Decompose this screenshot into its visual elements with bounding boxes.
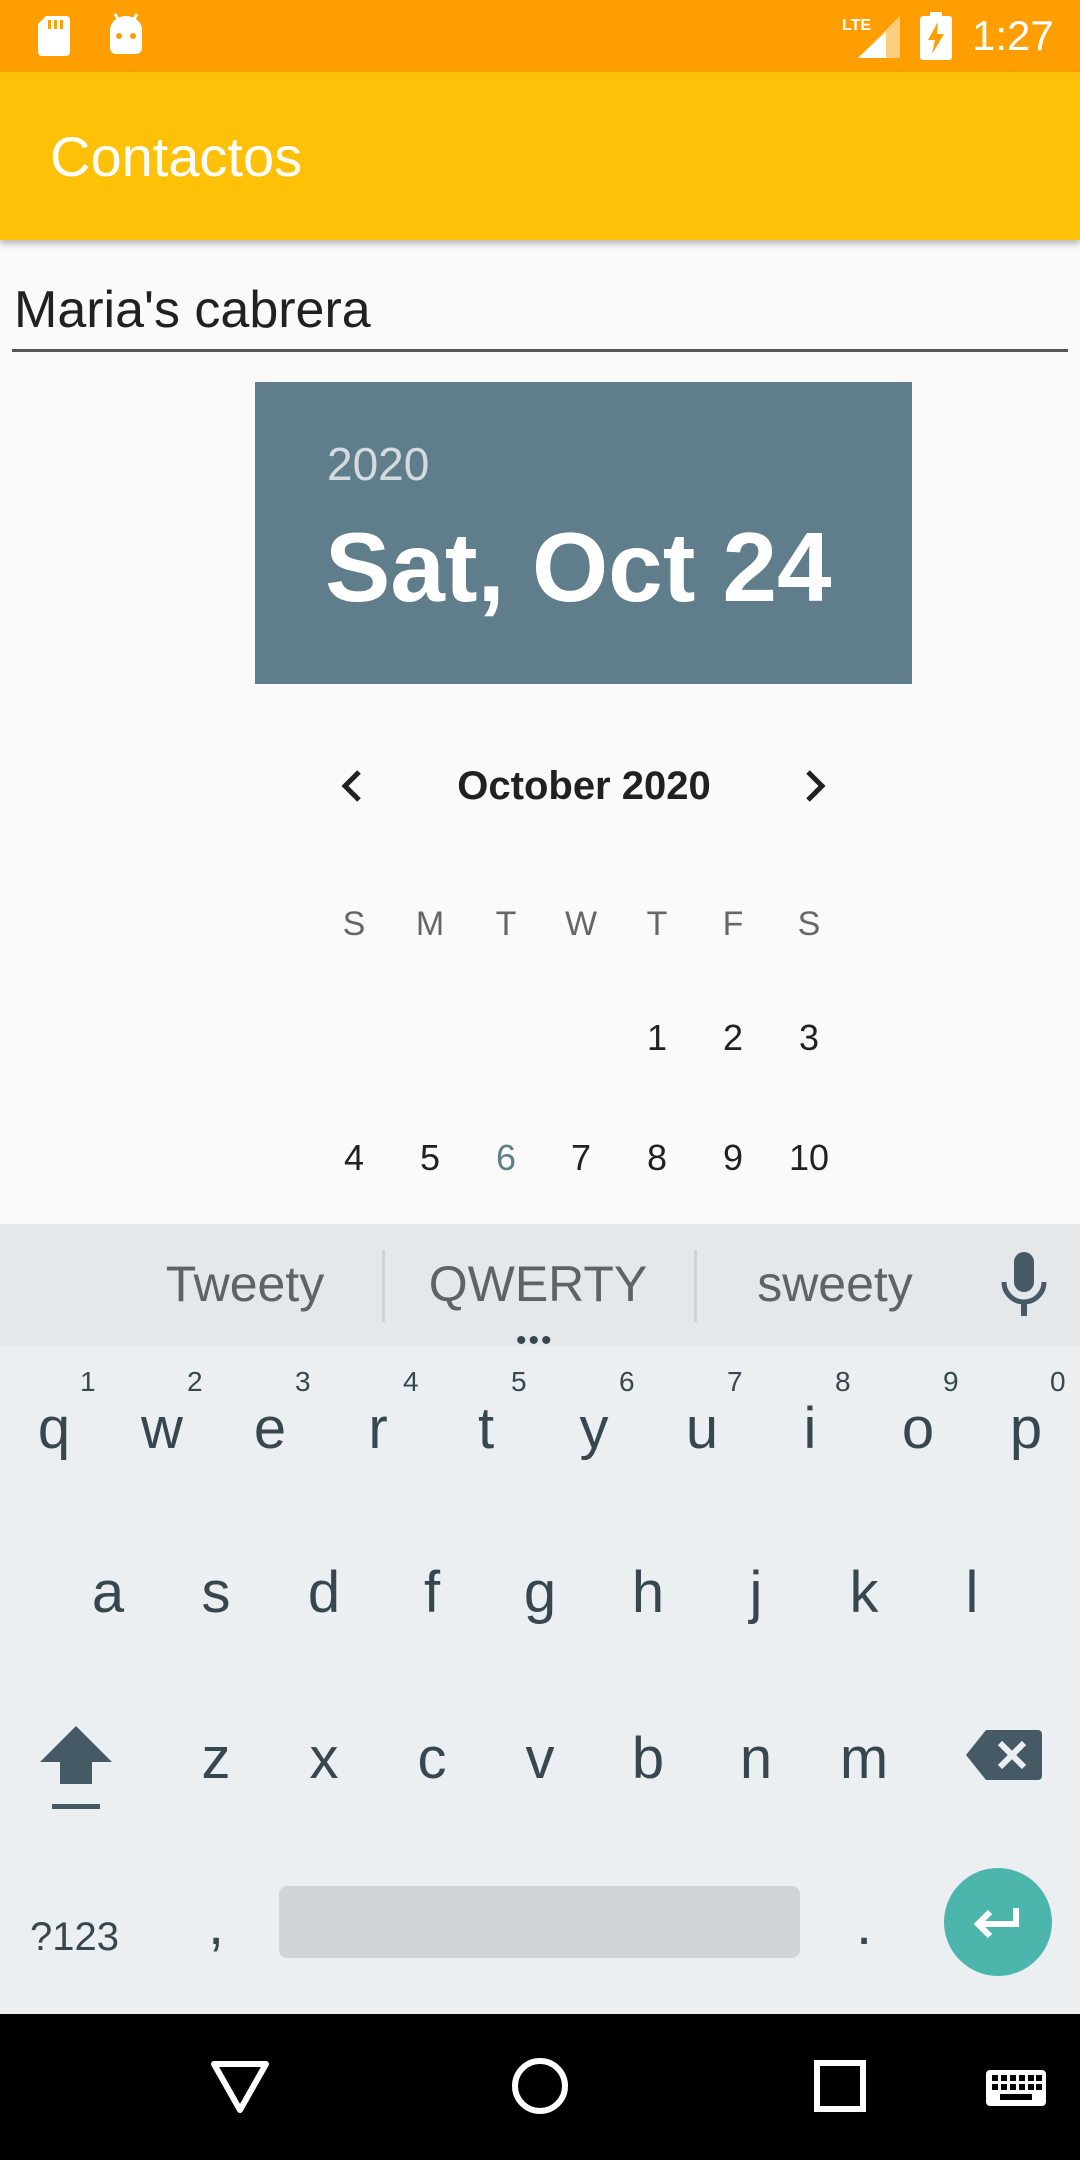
chevron-left-icon — [341, 770, 361, 802]
status-bar: LTE 1:27 — [0, 0, 1080, 72]
home-icon[interactable] — [504, 2050, 576, 2122]
selected-date-label: Sat, Oct 24 — [325, 512, 832, 622]
app-bar: Contactos — [0, 72, 1080, 240]
app-title: Contactos — [50, 125, 303, 188]
year-label[interactable]: 2020 — [327, 438, 429, 490]
key-a[interactable]: a — [68, 1558, 148, 1628]
battery-charging-icon — [920, 12, 952, 60]
key-r[interactable]: r — [338, 1394, 418, 1464]
back-icon[interactable] — [204, 2050, 276, 2122]
key-m[interactable]: m — [824, 1724, 904, 1794]
key-e[interactable]: e — [230, 1394, 310, 1464]
suggestion-item[interactable]: sweety — [730, 1254, 940, 1314]
backspace-icon[interactable] — [966, 1728, 1042, 1782]
key-k[interactable]: k — [824, 1558, 904, 1628]
date-picker-header: 2020 Sat, Oct 24 — [255, 382, 912, 684]
sd-card-icon — [38, 16, 70, 56]
key-y[interactable]: y — [554, 1394, 634, 1464]
calendar-day[interactable]: 3 — [771, 1008, 847, 1068]
key-l[interactable]: l — [932, 1558, 1012, 1628]
android-debug-icon — [110, 13, 142, 54]
key-s[interactable]: s — [176, 1558, 256, 1628]
name-input[interactable]: Maria's cabrera — [12, 268, 1068, 352]
weekday-label: F — [722, 905, 744, 943]
key-n[interactable]: n — [716, 1724, 796, 1794]
month-label: October 2020 — [457, 764, 711, 808]
key-b[interactable]: b — [608, 1724, 688, 1794]
suggestion-item[interactable]: QWERTY — [418, 1254, 658, 1314]
microphone-icon[interactable] — [996, 1250, 1052, 1320]
shift-icon[interactable] — [36, 1722, 116, 1814]
weekday-label: W — [564, 905, 598, 943]
key-o[interactable]: o — [878, 1394, 958, 1464]
key-x[interactable]: x — [284, 1724, 364, 1794]
enter-arrow-icon — [973, 1908, 1019, 1939]
previous-month-button[interactable] — [323, 756, 383, 816]
calendar-day[interactable]: 10 — [771, 1128, 847, 1188]
weekday-label: S — [797, 905, 821, 943]
weekday-label: S — [342, 905, 366, 943]
period-key[interactable]: . — [824, 1890, 904, 1960]
weekday-label: T — [495, 905, 517, 943]
calendar-day[interactable]: 9 — [695, 1128, 771, 1188]
key-c[interactable]: c — [392, 1724, 472, 1794]
calendar-day[interactable]: 4 — [316, 1128, 392, 1188]
key-j[interactable]: j — [716, 1558, 796, 1628]
enter-button[interactable] — [944, 1868, 1052, 1976]
calendar-day[interactable]: 2 — [695, 1008, 771, 1068]
lte-signal-icon: LTE — [842, 16, 900, 58]
weekday-label: T — [646, 905, 668, 943]
key-v[interactable]: v — [500, 1724, 580, 1794]
key-u[interactable]: u — [662, 1394, 742, 1464]
key-i[interactable]: i — [770, 1394, 850, 1464]
suggestion-divider — [694, 1250, 697, 1322]
calendar-day[interactable]: 8 — [619, 1128, 695, 1188]
key-t[interactable]: t — [446, 1394, 526, 1464]
suggestion-item[interactable]: Tweety — [140, 1254, 350, 1314]
suggestion-strip: Tweety QWERTY sweety ••• — [0, 1224, 1080, 1357]
soft-keyboard: Tweety QWERTY sweety ••• 1 2 3 4 5 6 7 8… — [0, 1224, 1080, 2014]
clock: 1:27 — [972, 12, 1054, 59]
key-z[interactable]: z — [176, 1724, 256, 1794]
calendar-day[interactable]: 1 — [619, 1008, 695, 1068]
keyboard-switch-icon[interactable] — [984, 2050, 1048, 2122]
calendar-day[interactable]: 5 — [392, 1128, 468, 1188]
key-d[interactable]: d — [284, 1558, 364, 1628]
key-f[interactable]: f — [392, 1558, 472, 1628]
recents-icon[interactable] — [804, 2050, 876, 2122]
key-p[interactable]: p — [986, 1394, 1066, 1464]
lte-label: LTE — [842, 17, 871, 34]
calendar-day-today[interactable]: 6 — [468, 1128, 544, 1188]
comma-key[interactable]: , — [176, 1890, 256, 1960]
space-bar[interactable] — [279, 1886, 800, 1958]
key-q[interactable]: q — [14, 1394, 94, 1464]
suggestion-divider — [382, 1250, 385, 1322]
symbols-key[interactable]: ?123 — [30, 1912, 119, 1962]
key-w[interactable]: w — [122, 1394, 202, 1464]
key-g[interactable]: g — [500, 1558, 580, 1628]
system-nav-bar — [0, 2014, 1080, 2160]
next-month-button[interactable] — [784, 756, 844, 816]
calendar-day[interactable]: 7 — [543, 1128, 619, 1188]
chevron-right-icon — [806, 770, 826, 802]
more-suggestions-indicator: ••• — [516, 1324, 554, 1357]
weekday-label: M — [415, 905, 445, 943]
key-h[interactable]: h — [608, 1558, 688, 1628]
